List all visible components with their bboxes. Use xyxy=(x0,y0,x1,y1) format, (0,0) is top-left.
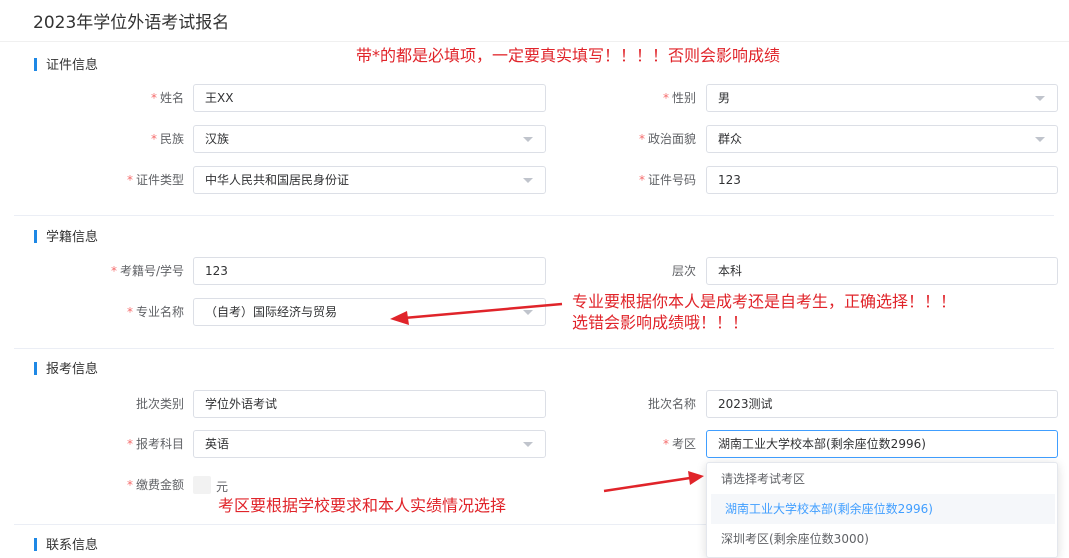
arrow-to-exam-area-dropdown-icon xyxy=(603,471,704,493)
annotation-arrows xyxy=(390,302,704,493)
arrow-to-major-select-icon xyxy=(390,302,563,325)
